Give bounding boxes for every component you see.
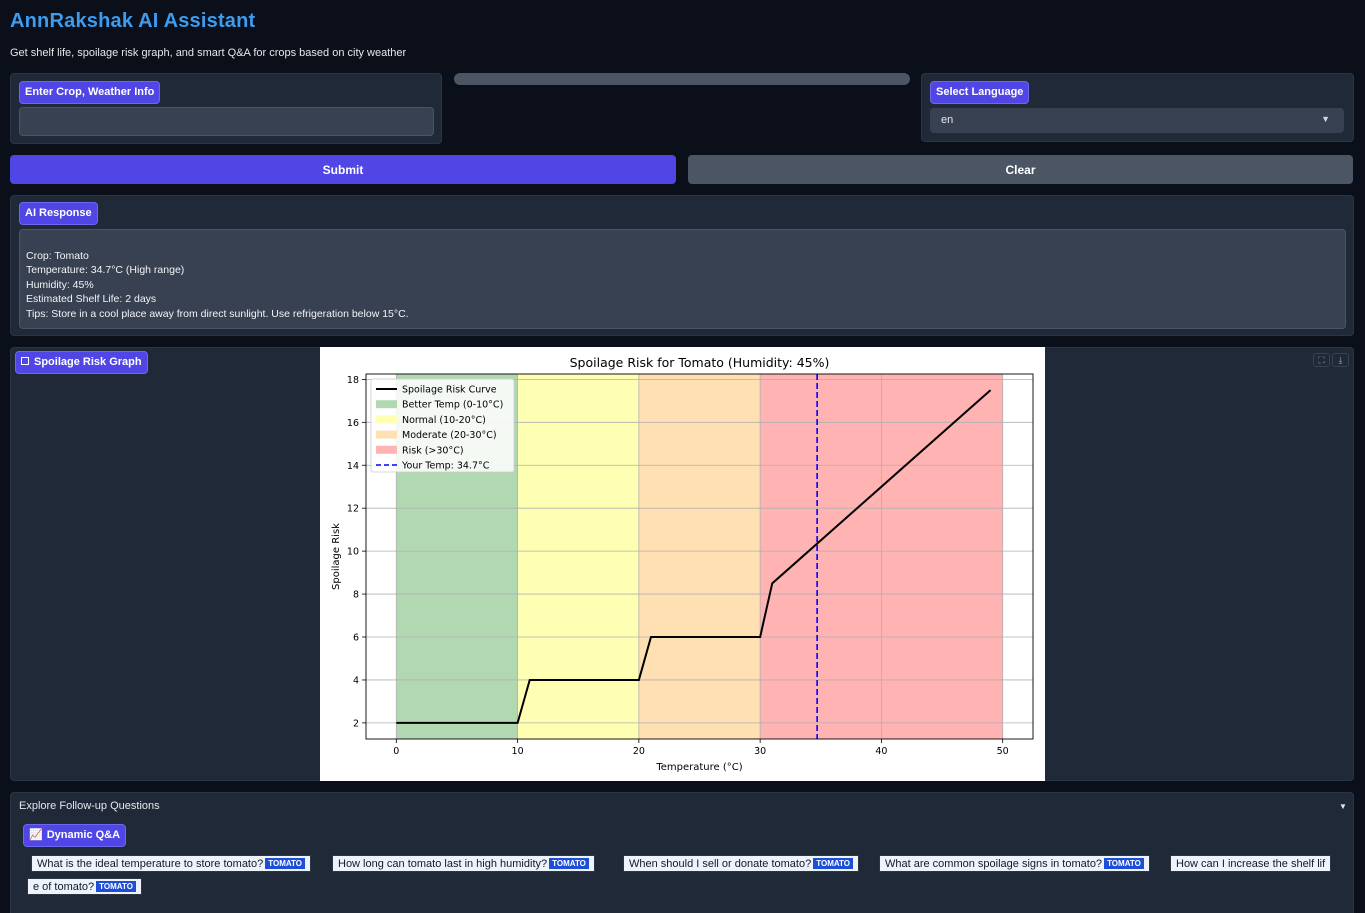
graph-label: Spoilage Risk Graph [15,351,148,374]
response-line: Humidity: 45% [26,278,94,291]
temp-band [638,374,761,739]
legend-label: Moderate (20-30°C) [402,430,497,441]
fullscreen-icon[interactable]: ⛶ [1313,353,1330,367]
download-icon[interactable]: ⤓ [1332,353,1349,367]
app-title: AnnRakshak AI Assistant [10,10,256,32]
crop-tag: TOMATO [549,858,589,869]
y-tick-label: 12 [347,504,359,515]
clear-button[interactable]: Clear [688,155,1353,184]
language-select[interactable]: en ▼ [930,108,1344,133]
followup-row-1: What is the ideal temperature to store t… [27,855,1337,873]
legend-swatch [376,400,397,409]
legend-swatch [376,445,397,454]
followup-question[interactable]: What is the ideal temperature to store t… [31,855,312,872]
dynamic-qa-label-text: Dynamic Q&A [46,829,121,841]
question-text: How can I increase the shelf lif [1176,858,1326,870]
progress-bar [454,73,910,85]
dynamic-qa-label: 📈 Dynamic Q&A [23,824,127,847]
question-text: e of tomato? [33,881,95,893]
response-line: Crop: Tomato [26,250,89,262]
y-tick-label: 10 [347,547,359,558]
y-tick-label: 14 [347,461,359,472]
legend-label: Your Temp: 34.7°C [401,461,490,472]
language-selected-value: en [941,114,954,126]
legend-label: Risk (>30°C) [402,445,464,456]
chart-svg: 0 10 20 30 40 50 2 4 6 8 10 12 14 16 18 Spoilage Risk f… [331,355,1034,773]
question-text: What are common spoilage signs in tomato… [885,858,1103,870]
x-tick-label: 40 [875,746,887,757]
followup-question[interactable]: What are common spoilage signs in tomato… [879,855,1150,872]
response-line: Temperature: 34.7°C (High range) [26,264,185,277]
image-icon [21,357,29,365]
submit-button[interactable]: Submit [10,155,676,184]
x-tick-label: 20 [633,746,645,757]
crop-tag: TOMATO [813,858,854,869]
followup-question[interactable]: How long can tomato last in high humidit… [332,855,595,872]
chevron-down-icon: ▼ [1321,114,1330,124]
y-axis-label: Spoilage Risk [331,523,342,590]
language-label: Select Language [930,81,1030,104]
graph-label-text: Spoilage Risk Graph [34,356,142,368]
x-tick-label: 30 [754,746,766,757]
x-tick-label: 0 [393,746,399,757]
x-tick-label: 50 [997,746,1009,757]
y-tick-label: 2 [353,718,359,729]
followup-accordion-title[interactable]: Explore Follow-up Questions [19,800,160,812]
followup-question[interactable]: When should I sell or donate tomato? TOMA… [623,855,860,872]
temp-band [517,374,639,739]
legend-label: Better Temp (0-10°C) [402,400,503,411]
y-tick-label: 4 [353,675,359,686]
crop-input-label: Enter Crop, Weather Info [19,81,161,104]
y-tick-label: 18 [347,375,359,386]
crop-tag: TOMATO [265,858,306,869]
question-text: When should I sell or donate tomato? [629,858,812,870]
followup-question[interactable]: How can I increase the shelf lif [1170,855,1332,872]
chart-title: Spoilage Risk for Tomato (Humidity: 45%) [570,355,830,370]
y-tick-label: 6 [353,633,359,644]
followup-row-2: e of tomato? TOMATO [27,878,1337,896]
app-subtitle: Get shelf life, spoilage risk graph, and… [10,47,407,59]
spoilage-risk-chart: 0 10 20 30 40 50 2 4 6 8 10 12 14 16 18 Spoilage Risk f… [320,347,1045,781]
y-tick-label: 8 [353,590,359,601]
crop-tag: TOMATO [1104,858,1144,869]
x-axis-label: Temperature (°C) [655,762,742,773]
caret-down-icon[interactable]: ▼ [1339,802,1347,811]
legend-swatch [376,415,397,424]
question-text: What is the ideal temperature to store t… [37,858,264,870]
legend-label: Spoilage Risk Curve [402,385,497,396]
crop-tag: TOMATO [96,881,136,892]
chart-icon: 📈 [29,829,43,841]
crop-weather-input[interactable] [19,107,434,136]
response-line: Estimated Shelf Life: 2 days [26,293,157,306]
y-tick-label: 16 [347,418,359,429]
ai-response-text: Crop: Tomato Temperature: 34.7°C (High r… [19,229,1346,329]
question-text: How long can tomato last in high humidit… [338,858,548,870]
legend-label: Normal (10-20°C) [402,415,486,426]
x-tick-label: 10 [512,746,524,757]
followup-question[interactable]: e of tomato? TOMATO [27,878,142,895]
legend-swatch [376,430,397,439]
ai-response-label: AI Response [19,202,98,225]
response-line: Tips: Store in a cool place away from di… [26,307,409,320]
